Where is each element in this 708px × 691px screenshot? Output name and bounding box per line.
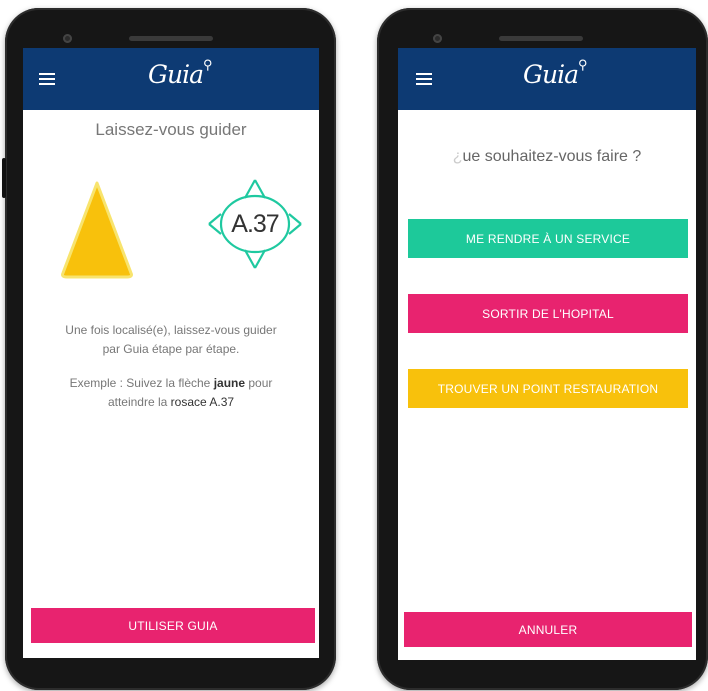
- side-button: [2, 158, 6, 198]
- guia-logo: Guia⚲: [523, 58, 587, 89]
- question-text: ue souhaitez-vous faire ?: [462, 148, 642, 165]
- page-title: Laissez-vous guider: [95, 120, 247, 139]
- right-screen: Guia⚲ ¿ue souhaitez-vous faire ? ME REND…: [398, 48, 696, 660]
- app-bar: Guia⚲: [23, 48, 319, 110]
- earpiece: [499, 36, 583, 41]
- option-find-restaurant-button[interactable]: TROUVER UN POINT RESTAURATION: [408, 369, 688, 408]
- use-guia-button[interactable]: UTILISER GUIA: [31, 608, 315, 643]
- yellow-arrow-icon: [61, 181, 133, 279]
- question-title: ¿ue souhaitez-vous faire ?: [452, 148, 642, 165]
- earpiece: [129, 36, 213, 41]
- example-mid: pour: [245, 376, 273, 390]
- guia-logo: Guia⚲: [148, 58, 212, 89]
- front-camera: [433, 34, 442, 43]
- front-camera: [63, 34, 72, 43]
- example-highlight-jaune: jaune: [213, 376, 246, 390]
- option-go-to-service-button[interactable]: ME RENDRE À UN SERVICE: [408, 219, 688, 258]
- rosace-label: A.37: [231, 210, 279, 238]
- hamburger-menu-icon[interactable]: [39, 73, 55, 85]
- left-phone-frame: Guia⚲ Laissez-vous guider A.37 Une fois …: [2, 8, 336, 690]
- cancel-button[interactable]: ANNULER: [404, 612, 692, 647]
- example-line2-prefix: atteindre la: [107, 395, 171, 409]
- description-line-2: par Guia étape par étape.: [102, 342, 240, 356]
- right-phone-frame: Guia⚲ ¿ue souhaitez-vous faire ? ME REND…: [377, 8, 708, 690]
- example-highlight-rosace: rosace A.37: [170, 395, 235, 409]
- option-exit-hospital-button[interactable]: SORTIR DE L'HOPITAL: [408, 294, 688, 333]
- rosace-marker: A.37: [205, 164, 305, 284]
- description-text: Une fois localisé(e), laissez-vous guide…: [23, 321, 319, 359]
- left-screen: Guia⚲ Laissez-vous guider A.37 Une fois …: [23, 48, 319, 658]
- app-bar: Guia⚲: [398, 48, 696, 110]
- example-text: Exemple : Suivez la flèche jaune pour at…: [23, 374, 319, 412]
- hamburger-menu-icon[interactable]: [416, 73, 432, 85]
- description-line-1: Une fois localisé(e), laissez-vous guide…: [65, 323, 277, 337]
- example-prefix: Exemple : Suivez la flèche: [69, 376, 214, 390]
